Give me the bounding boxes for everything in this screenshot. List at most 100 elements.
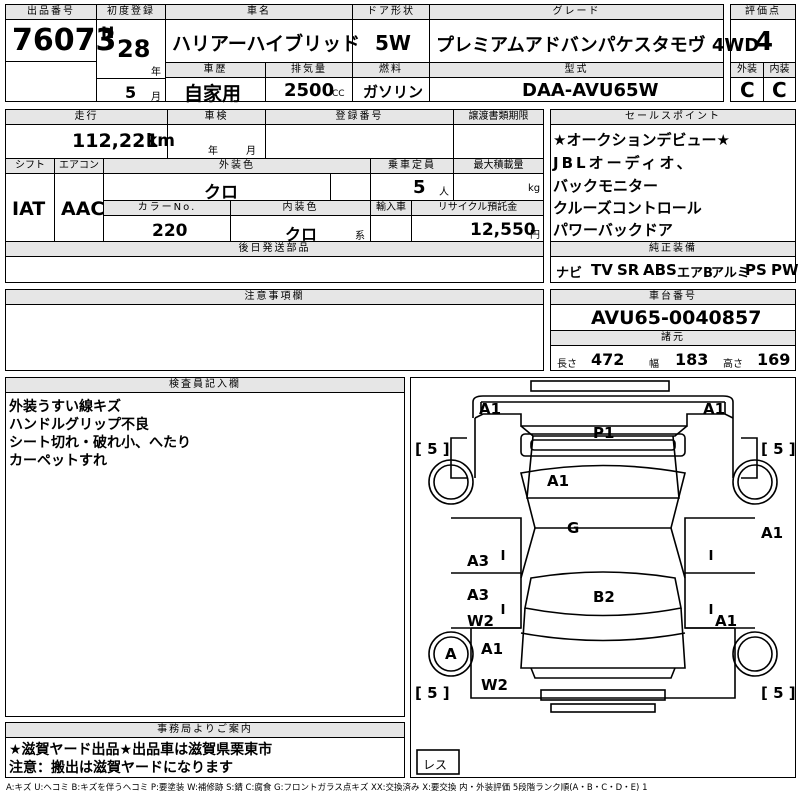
damage-a1-right-rear: A1 [715, 612, 738, 630]
exterior-header: 外装 [731, 63, 763, 78]
height-label: 高さ [723, 359, 743, 370]
sales-point-4: クルーズコントロール [553, 199, 702, 217]
notes-header: 注意事項欄 [6, 290, 543, 305]
inspection-year-unit: 年 [208, 146, 218, 157]
transfer-deadline-header: 譲渡書類期限 [454, 110, 543, 125]
era: H [101, 23, 115, 42]
sales-point-3: バックモニター [553, 177, 659, 195]
tire-front-left: [ 5 ] [415, 440, 450, 458]
score-cell: 評価点 4 [730, 4, 796, 63]
inspection-cell: 車検 年 月 [167, 109, 266, 159]
door: 5W [375, 31, 411, 55]
sales-point-5: パワーバックドア [553, 221, 673, 239]
equipment-cell: 純正装備 ナビ TV SR ABS エアB アルミ PS PW [550, 241, 799, 283]
displacement-cell: 排気量 2500 CC [265, 62, 353, 102]
tire-rear-left: [ 5 ] [415, 684, 450, 702]
int-color-unit: 系 [355, 231, 365, 242]
damage-a1-front-left: A1 [479, 400, 502, 418]
reg-year: 28 [117, 35, 151, 63]
capacity-cell: 乗車定員 5 人 [370, 158, 454, 201]
model-header: 型式 [430, 63, 723, 78]
color-no-header: カラーNo. [104, 201, 230, 216]
inspection-header: 車検 [168, 110, 265, 125]
sales-points-cell: セールスポイント ★オークションデビュー★ JBLオーディオ、 バックモニター … [550, 109, 796, 242]
damage-a-wheel: A [445, 645, 457, 663]
month-unit: 月 [151, 92, 161, 103]
import-header: 輸入車 [371, 201, 411, 216]
color-no-cell: カラーNo. 220 [103, 200, 231, 242]
inspector-header: 検査員記入欄 [6, 378, 404, 393]
recycle-header: リサイクル預託金 [412, 201, 543, 216]
spare-tire: レス [423, 758, 448, 772]
width-value: 183 [675, 350, 709, 369]
lot-no-cell: 出品番号 76073 [5, 4, 116, 62]
shift-header: シフト [6, 159, 54, 174]
damage-p1: P1 [593, 424, 615, 442]
aircon-cell: エアコン AAC [54, 158, 104, 242]
equipment-pw: PW [771, 261, 799, 279]
damage-a1-left-wheel: A1 [481, 640, 504, 658]
later-parts-cell: 後日発送部品 [5, 241, 544, 283]
office-note-2: 注意：搬出は滋賀ヤードになります [9, 760, 233, 776]
recycle-unit: 円 [530, 230, 540, 241]
mileage-cell: 走行 112,221 km [5, 109, 175, 159]
equipment-ps: PS [745, 261, 767, 279]
height-value: 169 [757, 350, 791, 369]
history: 自家用 [184, 83, 242, 105]
door-header: ドア形状 [353, 5, 429, 20]
capacity-unit: 人 [439, 187, 449, 198]
chassis-no: AVU65-0040857 [591, 307, 762, 329]
legend: A:キズ U:ヘコミ B:キズを伴うヘコミ P:要塗装 W:補修跡 S:錆 C:… [6, 783, 648, 793]
inspector-note-4: カーペットすれ [9, 453, 107, 469]
equipment-tv: TV [591, 261, 613, 279]
damage-w2-left-low: W2 [481, 676, 508, 694]
damage-a3-left-rear: A3 [467, 586, 490, 604]
displacement-unit: CC [332, 89, 345, 99]
recycle: 12,550 [470, 220, 536, 240]
chassis-header: 車台番号 [551, 290, 795, 305]
exterior-grade: C [740, 78, 755, 102]
equipment-navi: ナビ [556, 266, 583, 281]
first-reg-header: 初度登録 [97, 5, 165, 20]
notes-cell: 注意事項欄 [5, 289, 544, 371]
damage-w2-left: W2 [467, 612, 494, 630]
equipment-abs: ABS [643, 261, 677, 279]
grade-cell: グレード プレミアムアドバンパケスタモヴ 4WD [429, 4, 759, 63]
lot-no-header: 出品番号 [6, 5, 96, 20]
length-value: 472 [591, 350, 625, 369]
exterior-grade-cell: 外装 C [730, 62, 764, 102]
color-header: 外装色 [104, 159, 370, 174]
score: 4 [755, 27, 774, 57]
displacement: 2500 [284, 80, 335, 101]
lot-no-blank [5, 61, 97, 102]
specs-cell: 諸元 長さ 472 幅 183 高さ 169 [550, 330, 796, 371]
chassis-cell: 車台番号 AVU65-0040857 [550, 289, 796, 331]
grade: プレミアムアドバンパケスタモヴ 4WD [436, 35, 760, 56]
sales-point-2: JBLオーディオ、 [553, 154, 695, 172]
recycle-cell: リサイクル預託金 12,550 円 [411, 200, 544, 242]
damage-g: G [567, 519, 580, 537]
load-unit: kg [528, 183, 541, 194]
damage-b2: B2 [593, 588, 615, 606]
color-cell: 外装色 クロ [103, 158, 371, 203]
specs-header: 諸元 [551, 331, 795, 346]
car-name-header: 車名 [166, 5, 352, 20]
inspection-month-unit: 月 [246, 146, 256, 157]
first-reg-cell: 初度登録 H 28 年 5 月 [96, 4, 166, 103]
score-header: 評価点 [731, 5, 795, 20]
car-diagram: [ 5 ] [ 5 ] [ 5 ] [ 5 ] レス A1 A1 P1 A1 G… [410, 377, 796, 778]
history-cell: 車歴 自家用 [165, 62, 266, 105]
model: DAA-AVU65W [522, 80, 659, 101]
model-cell: 型式 DAA-AVU65W [429, 62, 724, 102]
color-no: 220 [152, 221, 188, 241]
damage-a1-front-right: A1 [703, 400, 726, 418]
capacity-header: 乗車定員 [371, 159, 453, 174]
shift-cell: シフト IAT [5, 158, 55, 242]
damage-a1-hood: A1 [547, 472, 570, 490]
length-label: 長さ [557, 359, 577, 370]
inspector-note-2: ハンドルグリップ不良 [9, 417, 149, 433]
sales-point-1: ★オークションデビュー★ [553, 131, 730, 149]
int-color-cell: 内装色 クロ 系 [230, 200, 371, 244]
fuel-header: 燃料 [353, 63, 429, 78]
interior-grade: C [772, 78, 787, 102]
